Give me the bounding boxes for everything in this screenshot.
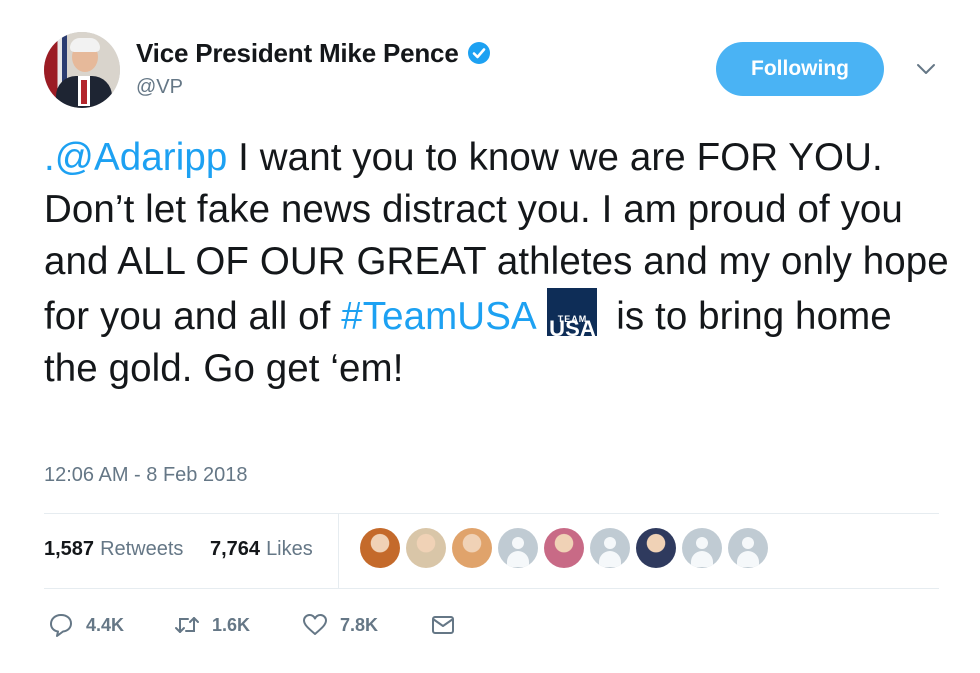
reply-icon: [50, 614, 72, 637]
likes-stat[interactable]: 7,764 Likes: [210, 538, 313, 561]
likes-count: 7,764: [210, 538, 261, 560]
author-name[interactable]: Vice President Mike Pence: [136, 38, 459, 69]
stats-separator: [338, 514, 339, 588]
tweet-actions: 4.4K 1.6K 7.8K: [44, 608, 744, 648]
retweets-count: 1,587: [44, 538, 95, 560]
heart-icon: [303, 614, 327, 635]
retweet-count: 1.6K: [212, 614, 251, 635]
author-avatar[interactable]: [44, 32, 120, 108]
liker-avatar[interactable]: [682, 528, 722, 568]
liker-avatar[interactable]: [590, 528, 630, 568]
liker-avatar[interactable]: [728, 528, 768, 568]
retweet-action[interactable]: 1.6K: [174, 612, 250, 638]
liker-avatar[interactable]: [636, 528, 676, 568]
mention-link[interactable]: .@Adaripp: [44, 136, 227, 179]
like-action[interactable]: 7.8K: [302, 612, 378, 638]
reply-action[interactable]: 4.4K: [48, 612, 124, 638]
divider: [44, 588, 939, 589]
liker-avatar[interactable]: [406, 528, 446, 568]
hashtag-link[interactable]: #TeamUSA: [341, 295, 534, 338]
tweet-timestamp[interactable]: 12:06 AM - 8 Feb 2018: [44, 464, 247, 487]
direct-message-action[interactable]: [430, 612, 456, 638]
following-button[interactable]: Following: [716, 42, 884, 96]
like-count: 7.8K: [340, 614, 379, 635]
tweet-header: Vice President Mike Pence @VP Following: [44, 32, 944, 112]
author-handle[interactable]: @VP: [136, 76, 183, 99]
liker-avatars: [360, 528, 768, 568]
verified-badge-icon: [467, 42, 490, 64]
likes-label: Likes: [266, 538, 313, 560]
tweet-text: .@Adaripp I want you to know we are FOR …: [44, 132, 949, 395]
retweets-stat[interactable]: 1,587 Retweets: [44, 538, 183, 561]
liker-avatar[interactable]: [452, 528, 492, 568]
liker-avatar[interactable]: [360, 528, 400, 568]
retweets-label: Retweets: [100, 538, 184, 560]
author-name-row: Vice President Mike Pence: [136, 38, 491, 68]
liker-avatar[interactable]: [498, 528, 538, 568]
liker-avatar[interactable]: [544, 528, 584, 568]
chevron-down-icon[interactable]: [916, 62, 936, 76]
tweet-stats: 1,587 Retweets 7,764 Likes: [44, 514, 939, 588]
envelope-icon: [432, 616, 454, 634]
reply-count: 4.4K: [86, 614, 125, 635]
team-usa-emoji-icon: TEAM USA: [547, 288, 598, 341]
retweet-icon: [175, 617, 199, 633]
